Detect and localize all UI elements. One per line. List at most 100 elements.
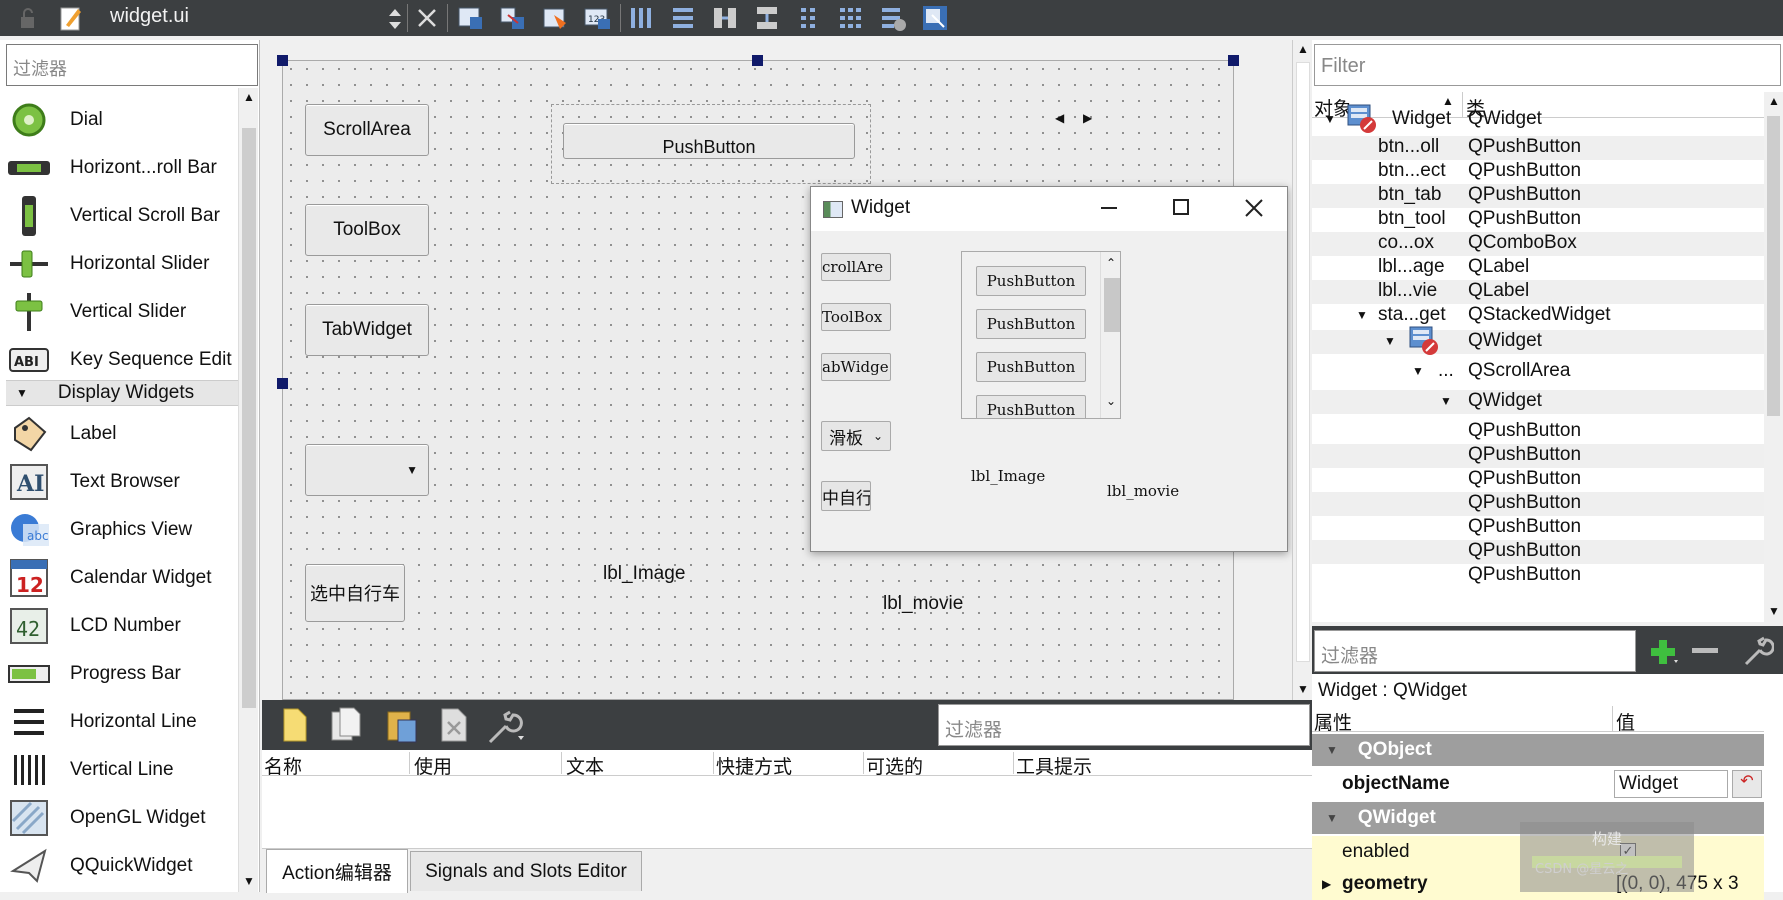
column-checkable[interactable]: 可选的 xyxy=(864,752,1014,778)
lock-icon[interactable] xyxy=(12,3,42,33)
copy-action-icon[interactable] xyxy=(328,706,364,750)
object-tree-row[interactable]: QPushButton xyxy=(1312,540,1764,564)
preview-pushbutton[interactable]: PushButton xyxy=(976,309,1086,339)
expand-arrow-icon[interactable]: ▼ xyxy=(1440,394,1452,408)
form-layout-icon[interactable] xyxy=(794,3,824,33)
preview-pushbutton[interactable]: PushButton xyxy=(976,352,1086,382)
edit-widgets-icon[interactable] xyxy=(456,3,486,33)
widget-box-scrollbar[interactable]: ▲ ▼ xyxy=(238,88,258,892)
selection-handle[interactable] xyxy=(752,55,763,66)
tab-action-editor[interactable]: Action编辑器 xyxy=(266,849,408,893)
preview-btn-toolbox[interactable]: ToolBox xyxy=(821,303,891,331)
selection-handle[interactable] xyxy=(1228,55,1239,66)
action-filter-input[interactable]: 过滤器 xyxy=(938,704,1310,746)
widget-item-dial[interactable]: Dial xyxy=(6,96,238,144)
edit-signals-icon[interactable] xyxy=(498,3,528,33)
object-tree-row[interactable]: lbl...vie QLabel xyxy=(1312,280,1764,304)
minimize-icon[interactable] xyxy=(1101,207,1117,209)
configure-wrench-icon[interactable] xyxy=(484,706,528,752)
splitter-horizontal-icon[interactable] xyxy=(710,3,740,33)
close-file-icon[interactable] xyxy=(412,3,442,33)
page-prev-arrow-icon[interactable]: ◀ xyxy=(1055,111,1064,125)
object-tree-row[interactable]: QPushButton xyxy=(1312,468,1764,492)
preview-window[interactable]: Widget crollAre ToolBox abWidge 滑板 ⌄ 中自行… xyxy=(810,186,1288,552)
widget-item-key-sequence-edit[interactable]: ABI Key Sequence Edit xyxy=(6,336,238,384)
btn-scroll-area[interactable]: ScrollArea xyxy=(305,104,429,156)
object-tree-row[interactable]: ▼ QWidget xyxy=(1312,390,1764,414)
updown-arrows-icon[interactable] xyxy=(380,3,410,33)
expand-arrow-icon[interactable]: ▼ xyxy=(1324,112,1336,126)
reset-icon[interactable]: ↶ xyxy=(1732,770,1762,798)
objectname-value-input[interactable]: Widget xyxy=(1614,770,1728,798)
break-layout-icon[interactable] xyxy=(878,3,908,33)
widget-item-opengl[interactable]: OpenGL Widget xyxy=(6,794,238,842)
column-shortcut[interactable]: 快捷方式 xyxy=(714,752,864,778)
preview-btn-select[interactable]: 中自行 xyxy=(821,481,871,511)
object-tree-row[interactable]: btn_tool QPushButton xyxy=(1312,208,1764,232)
object-tree-row[interactable]: QPushButton xyxy=(1312,564,1764,588)
paste-action-icon[interactable] xyxy=(384,706,420,750)
object-tree-row[interactable]: QPushButton xyxy=(1312,492,1764,516)
widget-item-text-browser[interactable]: AI Text Browser xyxy=(6,458,238,506)
btn-tab-widget[interactable]: TabWidget xyxy=(305,304,429,356)
expand-arrow-icon[interactable]: ▼ xyxy=(1384,334,1396,348)
adjust-size-icon[interactable] xyxy=(920,3,950,33)
object-filter-input[interactable]: Filter xyxy=(1314,44,1781,86)
property-objectname[interactable]: objectName Widget ↶ xyxy=(1312,768,1764,800)
splitter-vertical-icon[interactable] xyxy=(752,3,782,33)
widget-item-graphics-view[interactable]: abc Graphics View xyxy=(6,506,238,554)
expand-arrow-icon[interactable]: ▼ xyxy=(1356,308,1368,322)
column-property[interactable]: 属性 xyxy=(1314,708,1352,735)
object-tree-row[interactable]: btn...oll QPushButton xyxy=(1312,136,1764,160)
object-tree-row[interactable]: ▼ Widget QWidget xyxy=(1312,104,1764,133)
property-filter-input[interactable]: 过滤器 xyxy=(1314,630,1636,672)
widget-item-vertical-slider[interactable]: Vertical Slider xyxy=(6,288,238,336)
object-tree-row[interactable]: QPushButton xyxy=(1312,444,1764,468)
widget-item-horizontal-scrollbar[interactable]: Horizont...roll Bar xyxy=(6,144,238,192)
widget-item-vertical-scrollbar[interactable]: Vertical Scroll Bar xyxy=(6,192,238,240)
stacked-pushbutton[interactable]: PushButton xyxy=(563,123,855,159)
layout-vertical-icon[interactable] xyxy=(668,3,698,33)
widget-item-calendar[interactable]: 12 Calendar Widget xyxy=(6,554,238,602)
add-property-icon[interactable] xyxy=(1646,636,1680,672)
column-used[interactable]: 使用 xyxy=(412,752,562,778)
page-next-arrow-icon[interactable]: ▶ xyxy=(1083,111,1092,125)
object-tree-row[interactable]: ▼... QScrollArea xyxy=(1312,360,1764,384)
column-value[interactable]: 值 xyxy=(1616,708,1635,735)
remove-property-icon[interactable] xyxy=(1692,648,1718,653)
object-tree-row[interactable]: co...ox QComboBox xyxy=(1312,232,1764,256)
object-tree-row[interactable]: btn_tab QPushButton xyxy=(1312,184,1764,208)
object-tree-row[interactable]: ▼ QWidget xyxy=(1312,326,1764,355)
object-tree-row[interactable]: ▼ sta...get QStackedWidget xyxy=(1312,304,1764,328)
object-tree-row[interactable]: lbl...age QLabel xyxy=(1312,256,1764,280)
close-icon[interactable] xyxy=(1241,191,1267,227)
expand-arrow-icon[interactable]: ▼ xyxy=(1412,364,1424,378)
preview-scroll-area[interactable]: PushButton PushButton PushButton PushBut… xyxy=(961,251,1121,419)
widget-item-lcd-number[interactable]: 42 LCD Number xyxy=(6,602,238,650)
preview-vertical-scrollbar[interactable]: ⌃ ⌄ xyxy=(1100,252,1120,418)
btn-toolbox[interactable]: ToolBox xyxy=(305,204,429,256)
preview-pushbutton[interactable]: PushButton xyxy=(976,395,1086,418)
object-tree-row[interactable]: QPushButton xyxy=(1312,516,1764,540)
category-display-widgets[interactable]: ▼ Display Widgets xyxy=(6,380,238,406)
edit-form-icon[interactable] xyxy=(56,3,86,33)
column-text[interactable]: 文本 xyxy=(564,752,714,778)
widget-box-filter-input[interactable]: 过滤器 xyxy=(6,44,258,86)
canvas-scrollbar[interactable]: ▲ ▼ xyxy=(1292,40,1312,700)
column-tooltip[interactable]: 工具提示 xyxy=(1014,752,1164,778)
btn-select-bike[interactable]: 选中自行车 xyxy=(305,564,405,622)
widget-item-qquickwidget[interactable]: QQuickWidget xyxy=(6,842,238,890)
maximize-icon[interactable] xyxy=(1173,199,1189,215)
preview-btn-tab[interactable]: abWidge xyxy=(821,353,891,381)
widget-item-vertical-line[interactable]: Vertical Line xyxy=(6,746,238,794)
widget-item-horizontal-slider[interactable]: Horizontal Slider xyxy=(6,240,238,288)
configure-wrench-icon[interactable] xyxy=(1740,634,1775,674)
layout-horizontal-icon[interactable] xyxy=(626,3,656,33)
object-tree-row[interactable]: btn...ect QPushButton xyxy=(1312,160,1764,184)
object-inspector-scrollbar[interactable]: ▲ ▼ xyxy=(1764,92,1783,622)
preview-pushbutton[interactable]: PushButton xyxy=(976,266,1086,296)
widget-item-progress-bar[interactable]: Progress Bar xyxy=(6,650,238,698)
group-qobject[interactable]: ▼ QObject xyxy=(1312,734,1764,766)
edit-tab-order-icon[interactable]: 123 xyxy=(582,3,612,33)
selection-handle[interactable] xyxy=(277,55,288,66)
